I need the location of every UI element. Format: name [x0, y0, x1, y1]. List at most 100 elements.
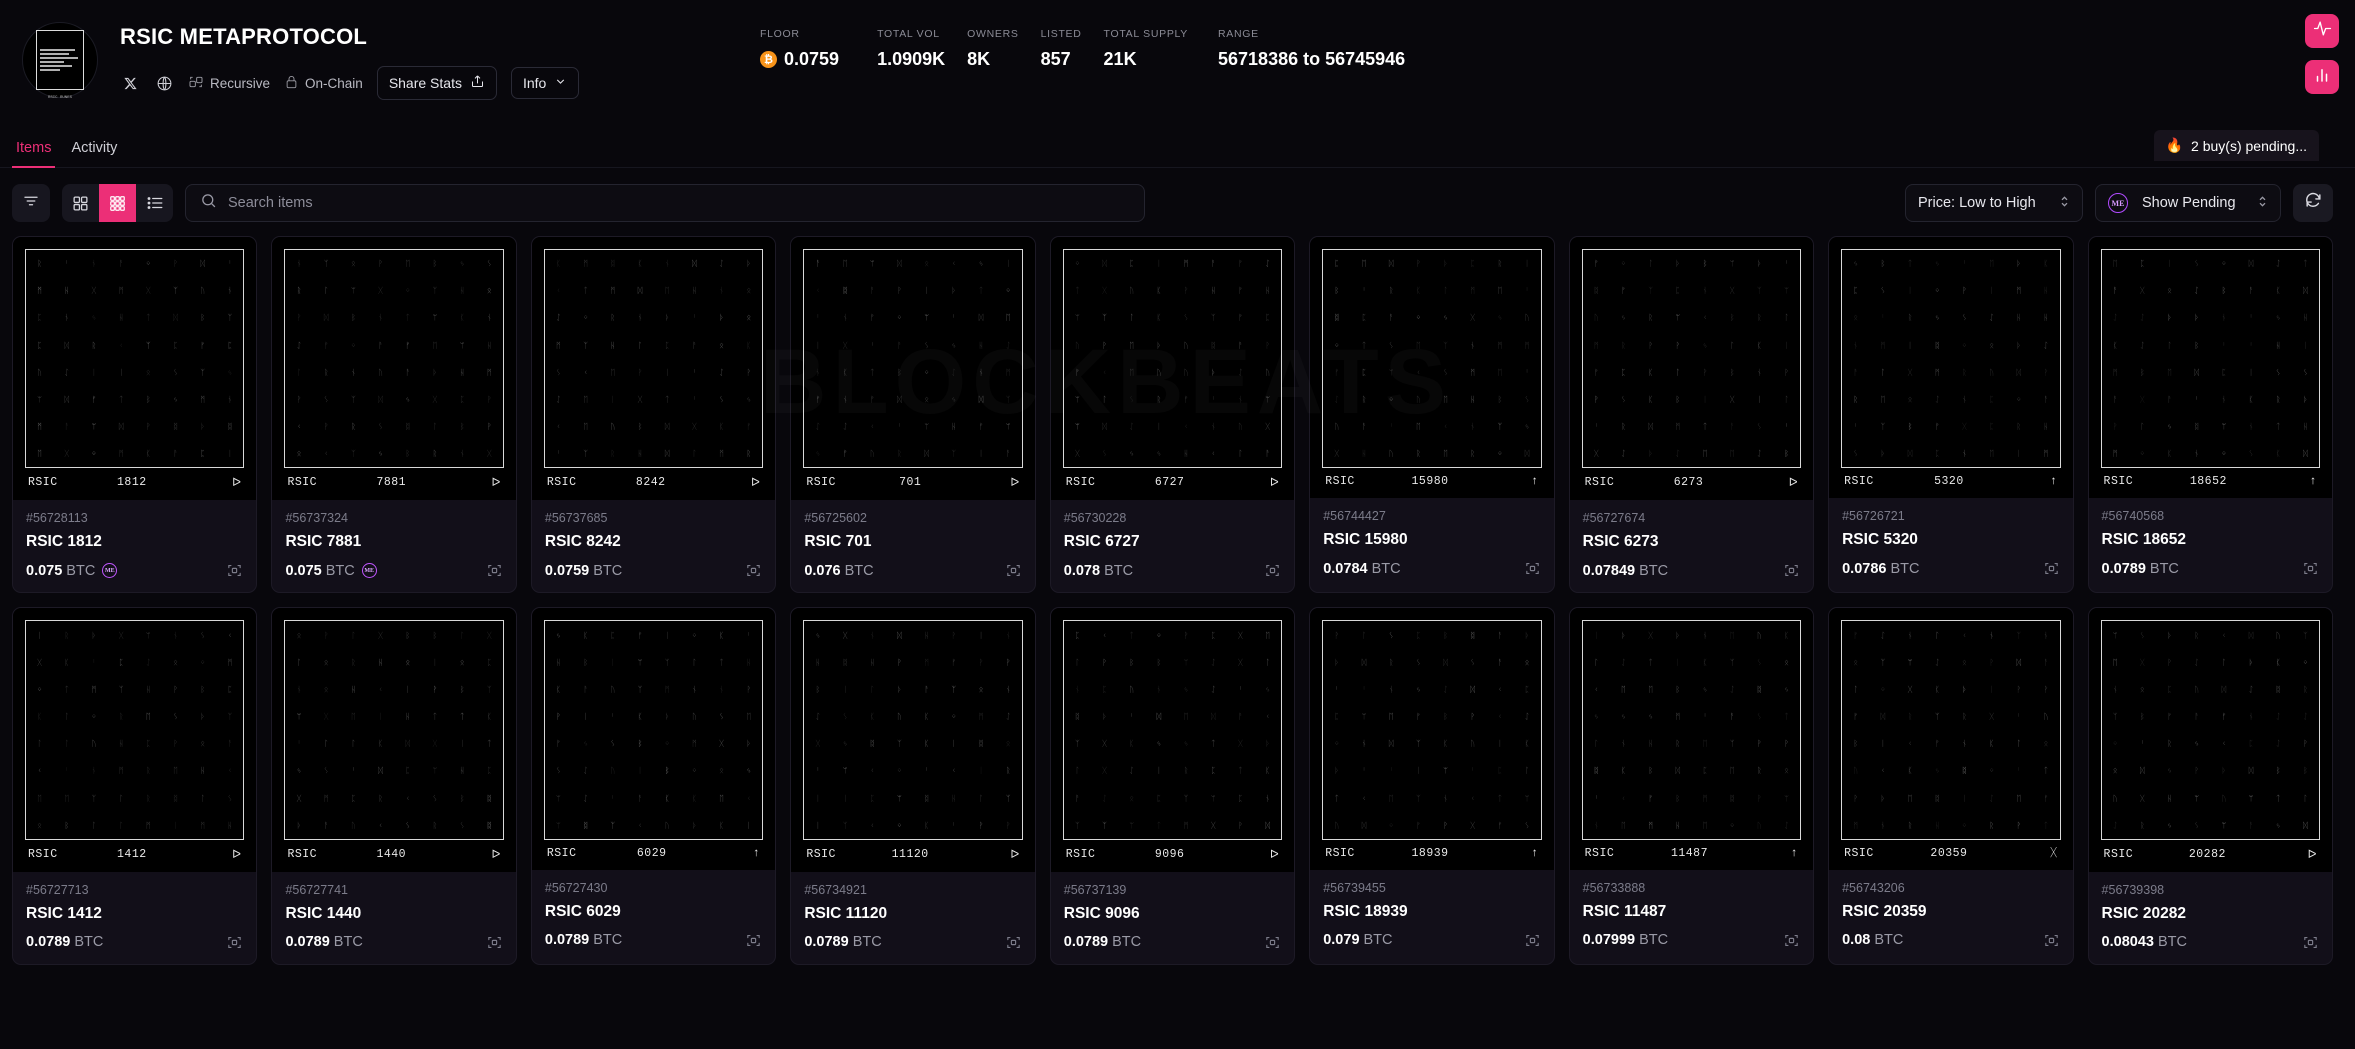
item-card-body: #56734921RSIC 111200.0789BTC — [791, 872, 1034, 964]
add-to-cart-icon[interactable] — [2043, 560, 2060, 577]
activity-pulse-button[interactable] — [2305, 14, 2339, 48]
onchain-chip[interactable]: On-Chain — [284, 74, 363, 93]
add-to-cart-icon[interactable] — [1005, 934, 1022, 951]
add-to-cart-icon[interactable] — [1264, 562, 1281, 579]
item-name: RSIC 6029 — [545, 903, 762, 921]
item-card[interactable]: ᚾᛉᛟᚹᛖᛒᛃᛊᚱᛚᛘᚷᛜᛉᚺᛟᚹᛞᛒᚾᛏᛘᛕᚾᛇᚠᛜᚨᚠᛖᛘᚺᛚᚱᚾᚢᚨᚦᚺᛗ… — [271, 236, 516, 593]
artwork-caption: RSIC11487↑ — [1582, 840, 1801, 870]
onchain-label: On-Chain — [305, 76, 363, 91]
item-price-unit: BTC — [2158, 934, 2187, 950]
add-to-cart-icon[interactable] — [486, 562, 503, 579]
view-list-button[interactable] — [136, 184, 173, 222]
info-dropdown-button[interactable]: Info — [511, 67, 579, 99]
website-globe-icon[interactable] — [154, 73, 174, 93]
item-card[interactable]: ᚱᛌᚾᚨᛜᚹᛞᛌᛗᚺᚷᛗᚷᛉᚢᚾᛈᚾᛃᚺᛏᛞᛒᛉᛈᛞᚱᚲᛉᛈᚠᛈᚢᛇᛁᛁᛟᛊᛉᛃ… — [12, 236, 257, 593]
add-to-cart-icon[interactable] — [226, 562, 243, 579]
item-price-unit: BTC — [1890, 561, 1919, 577]
add-to-cart-icon[interactable] — [2302, 934, 2319, 951]
add-to-cart-icon[interactable] — [1005, 562, 1022, 579]
item-card[interactable]: ᛃᚷᚾᛞᚺᚹᛁᚾᚺᛥᚺᚹᛗᚠᚹᚹᛒᛁᛚᚦᚨᛉᛟᚾᛇᛊᛕᚢᛕᛜᛗᛇᚷᛃᛥᛉᛕᛁᛥᛟ… — [790, 607, 1035, 964]
add-to-cart-icon[interactable] — [486, 934, 503, 951]
search-box[interactable] — [185, 184, 1145, 222]
item-card[interactable]: ᛈᚲᛏᛜᚹᛈᚷᛖᛚᚹᛒᛒᛘᛇᚷᛚᚾᛈᚢᚾᛃᛇᛌᛃᛥᚦᛌᛞᛖᛞᚨᚲᛉᚷᛕᛃᛃᛏᚷᚦ… — [1050, 607, 1295, 964]
item-price: 0.075BTC — [26, 563, 95, 579]
tab-activity[interactable]: Activity — [61, 140, 127, 167]
item-artwork: ᛃᛒᛏᛃᛌᛖᚦᛕᛈᛊᛁᛜᚹᛁᛗᚺᛟᛌᚱᛃᛊᛇᚺᚺᚾᛗᛁᛥᛜᛟᚦᛇᚨᛚᚷᛗᚱᚢᛞᚹ… — [1829, 237, 2072, 498]
item-price-row: 0.0789BTC — [2102, 560, 2319, 577]
item-price-amount: 0.07849 — [1583, 563, 1635, 579]
filter-icon — [22, 192, 40, 215]
item-card[interactable]: ᛕᛗᛥᛕᚾᛞᛇᚦᚲᛏᛗᛞᛖᚺᚾᛟᛇᛜᚱᚾᚦᛌᚦᛟᛗᛉᚺᛚᛈᚨᛟᛕᛊᚲᛖᚹᛁᛌᛇᚹ… — [531, 236, 776, 593]
item-card[interactable]: ᚠᛜᛚᚦᛒᛘᚦᛌᛥᚠᛉᛈᚾᚷᛉᛘᚢᛃᚱᛘᚲᛒᚱᛚᛗᚱᚹᚹᛃᛚᛕᛁᚠᛈᛕᛚᚹᛒᚾᚹ… — [1569, 236, 1814, 593]
stat-floor-label: FLOOR — [760, 28, 839, 40]
add-to-cart-icon[interactable] — [2043, 932, 2060, 949]
sort-select[interactable]: Price: Low to High — [1905, 184, 2083, 222]
view-grid-small-button[interactable] — [99, 184, 136, 222]
item-artwork: ᛜᛞᛈᛁᛗᚨᚠᛇᛏᚷᚢᛕᚹᚺᚠᚺᛘᛉᛚᛕᛊᛉᚠᛈᚢᚹᛖᚦᚢᛥᚨᚹᚠᚲᛖᚢᚢᚦᛇᚢ… — [1051, 237, 1294, 500]
x-twitter-icon[interactable] — [120, 73, 140, 93]
add-to-cart-icon[interactable] — [1783, 562, 1800, 579]
item-card[interactable]: ᛖᛈᛁᛊᛜᛞᛇᛏᚨᚷᛟᛇᛒᚨᛕᛞᛇᛇᚦᚦᚾᛌᛃᚺᛕᛇᛚᛒᛌᛌᚺᛁᛗᛒᛖᛞᛈᛁᛊᛊ… — [2088, 236, 2333, 593]
stat-listed-value: 857 — [1041, 49, 1082, 70]
item-inscription-id: #56725602 — [804, 511, 1021, 525]
item-card[interactable]: ᛘᛊᚦᚱᚲᛞᚢᛉᛖᚷᚹᛇᛚᚦᛕᛜᚾᛟᛈᚢᛞᛇᛥᚱᛉᛒᚠᚨᚠᚾᛇᛇᛜᛌᚱᛃᚲᛈᛇᚹ… — [2088, 607, 2333, 964]
item-price-row: 0.0786BTC — [1842, 560, 2059, 577]
item-price-unit: BTC — [1104, 563, 1133, 579]
item-card[interactable]: ᚹᛚᛊᛈᛒᛥᚨᚦᚦᛞᚱᛊᛞᛊᚨᛟᛌᛌᚾᛃᛇᛞᚲᛈᛈᛘᛖᚠᛒᚹᚲᛇᛜᚾᛞᛉᛕᚢᛁᛕ… — [1309, 607, 1554, 964]
artwork-caption: RSIC1412ᐅ — [25, 840, 244, 872]
add-to-cart-icon[interactable] — [1783, 932, 1800, 949]
item-inscription-id: #56727713 — [26, 883, 243, 897]
item-card[interactable]: ᛟᚹᛚᚷᛒᛒᛚᚷᛚᛟᚱᚺᛟᛁᛟᛈᚾᛟᚺᚲᛁᚹᛒᛉᛘᚷᛖᛁᚺᛏᛏᛕᛌᛚᛚᛕᛞᚷᛁᛏ… — [271, 607, 516, 964]
share-stats-button[interactable]: Share Stats — [377, 66, 497, 100]
bar-chart-icon — [2313, 66, 2331, 89]
recursive-icon — [188, 74, 204, 93]
item-price-unit: BTC — [845, 563, 874, 579]
bar-chart-button[interactable] — [2305, 60, 2339, 94]
item-card[interactable]: ᛁᚱᚦᚷᛘᚾᛊᚲᚷᛕᛌᛈᛇᛟᛜᛗᛜᛏᛗᛉᚺᚹᛒᛈᛕᛚᛜᚱᛖᛊᚦᛉᛚᛚᚢᚺᛈᚹᛟᚨ… — [12, 607, 257, 964]
artwork-caption-prefix: RSIC — [806, 476, 836, 489]
item-price: 0.079BTC — [1323, 932, 1392, 948]
add-to-cart-icon[interactable] — [1524, 932, 1541, 949]
artwork-caption-prefix: RSIC — [1066, 848, 1096, 861]
stat-floor-value: 0.0759 — [784, 49, 839, 70]
artwork-caption: RSIC6727ᐅ — [1063, 468, 1282, 500]
artwork-caption: RSIC7881ᐅ — [284, 468, 503, 500]
add-to-cart-icon[interactable] — [1264, 934, 1281, 951]
pending-filter-select[interactable]: ME Show Pending — [2095, 184, 2281, 222]
artwork-caption: RSIC8242ᐅ — [544, 468, 763, 500]
view-grid-large-button[interactable] — [62, 184, 99, 222]
item-artwork: ᚨᛖᛘᛞᛟᚲᛃᛁᚲᛥᚨᚹᛁᚦᛏᛜᛌᚾᚠᛜᛘᛌᛞᛖᛁᚷᛌᚨᛊᛃᚺᛇᚾᛕᛏᛒᛜᛇᚾᛗ… — [791, 237, 1034, 500]
item-card[interactable]: ᚨᛖᛘᛞᛟᚲᛃᛁᚲᛥᚨᚹᛁᚦᛏᛜᛌᚾᚠᛜᛘᛌᛞᛖᛁᚷᛌᚨᛊᛃᚺᛇᚾᛕᛏᛒᛜᛇᚾᛗ… — [790, 236, 1035, 593]
add-to-cart-icon[interactable] — [745, 932, 762, 949]
refresh-button[interactable] — [2293, 184, 2333, 222]
item-card[interactable]: ᛈᛖᛞᚹᚦᛈᚱᛁᛒᛌᚱᛕᛚᛗᛖᛌᛥᛈᚨᛜᛃᚷᛃᚢᛜᛏᛊᛖᛉᚾᛗᛗᚠᛈᛘᚲᛊᛗᛖᛌ… — [1309, 236, 1554, 593]
item-price-unit: BTC — [334, 934, 363, 950]
item-card[interactable]: ᛃᛒᛏᛃᛌᛖᚦᛕᛈᛊᛁᛜᚹᛁᛗᚺᛟᛌᚱᛃᛊᛇᚺᚺᚾᛗᛁᛥᛜᛟᚦᛇᚨᛚᚷᛗᚱᚢᛞᚹ… — [1828, 236, 2073, 593]
artwork-caption-prefix: RSIC — [1585, 476, 1615, 489]
item-card[interactable]: ᛁᚦᚷᚦᚾᛖᚢᛕᛚᛇᛏᛁᛕᛉᛊᛟᚲᛖᛖᛒᛃᛇᛥᛃᛃᛃᛃᛗᛌᚨᛊᛏᛚᚾᚺᚱᛖᛉᚹᚹ… — [1569, 607, 1814, 964]
item-card[interactable]: ᛃᛕᛈᚠᛁᛜᛕᛌᚺᛒᛁᛘᛉᛚᛏᚺᛕᚨᚢᛉᛗᚾᚾᚹᚹᛁᛌᛕᚦᚢᛊᛖᚠᛃᛊᛒᛜᛗᚷᚦ… — [531, 607, 776, 964]
item-card[interactable]: ᚠᛇᚾᛚᚲᚾᛉᚾᛟᛉᛘᛇᛟᚹᛞᚨᛚᛜᚷᛕᚦᛁᚹᚹᚠᛞᚱᛉᚱᚷᛌᚢᛒᛁᚲᚠᚾᛕᛚᛟ… — [1828, 607, 2073, 964]
item-card[interactable]: ᛜᛞᛈᛁᛗᚨᚠᛇᛏᚷᚢᛕᚹᚺᚠᚺᛘᛉᛚᛕᛊᛉᚠᛈᚢᚹᛖᚦᚢᛥᚨᚹᚠᚲᛖᚢᚢᚦᛇᚢ… — [1050, 236, 1295, 593]
rune-glyph-grid: ᛟᚹᛚᚷᛒᛒᛚᚷᛚᛟᚱᚺᛟᛁᛟᛈᚾᛟᚺᚲᛁᚹᛒᛉᛘᚷᛖᛁᚺᛏᛏᛕᛌᛚᛚᛕᛞᚷᛁᛏ… — [284, 620, 503, 839]
add-to-cart-icon[interactable] — [745, 562, 762, 579]
add-to-cart-icon[interactable] — [1524, 560, 1541, 577]
item-price-row: 0.0784BTC — [1323, 560, 1540, 577]
artwork-caption-symbol: ↑ — [1531, 475, 1538, 488]
add-to-cart-icon[interactable] — [226, 934, 243, 951]
artwork-caption-number: 20359 — [1930, 847, 1967, 860]
tab-items[interactable]: Items — [6, 140, 61, 167]
pending-buys-pill[interactable]: 🔥 2 buy(s) pending... — [2154, 130, 2319, 161]
artwork-caption-prefix: RSIC — [1325, 475, 1355, 488]
stat-total-vol-value: 1.0909K — [877, 49, 945, 70]
search-input[interactable] — [228, 195, 1130, 211]
magic-eden-badge-icon: ME — [362, 563, 377, 578]
filter-toggle-button[interactable] — [12, 184, 50, 222]
item-name: RSIC 5320 — [1842, 531, 2059, 549]
right-rail — [2289, 0, 2355, 94]
add-to-cart-icon[interactable] — [2302, 560, 2319, 577]
item-inscription-id: #56733888 — [1583, 881, 1800, 895]
item-card-body: #56728113RSIC 18120.075BTCME — [13, 500, 256, 592]
recursive-chip[interactable]: Recursive — [188, 74, 270, 93]
item-artwork: ᚱᛌᚾᚨᛜᚹᛞᛌᛗᚺᚷᛗᚷᛉᚢᚾᛈᚾᛃᚺᛏᛞᛒᛉᛈᛞᚱᚲᛉᛈᚠᛈᚢᛇᛁᛁᛟᛊᛉᛃ… — [13, 237, 256, 500]
